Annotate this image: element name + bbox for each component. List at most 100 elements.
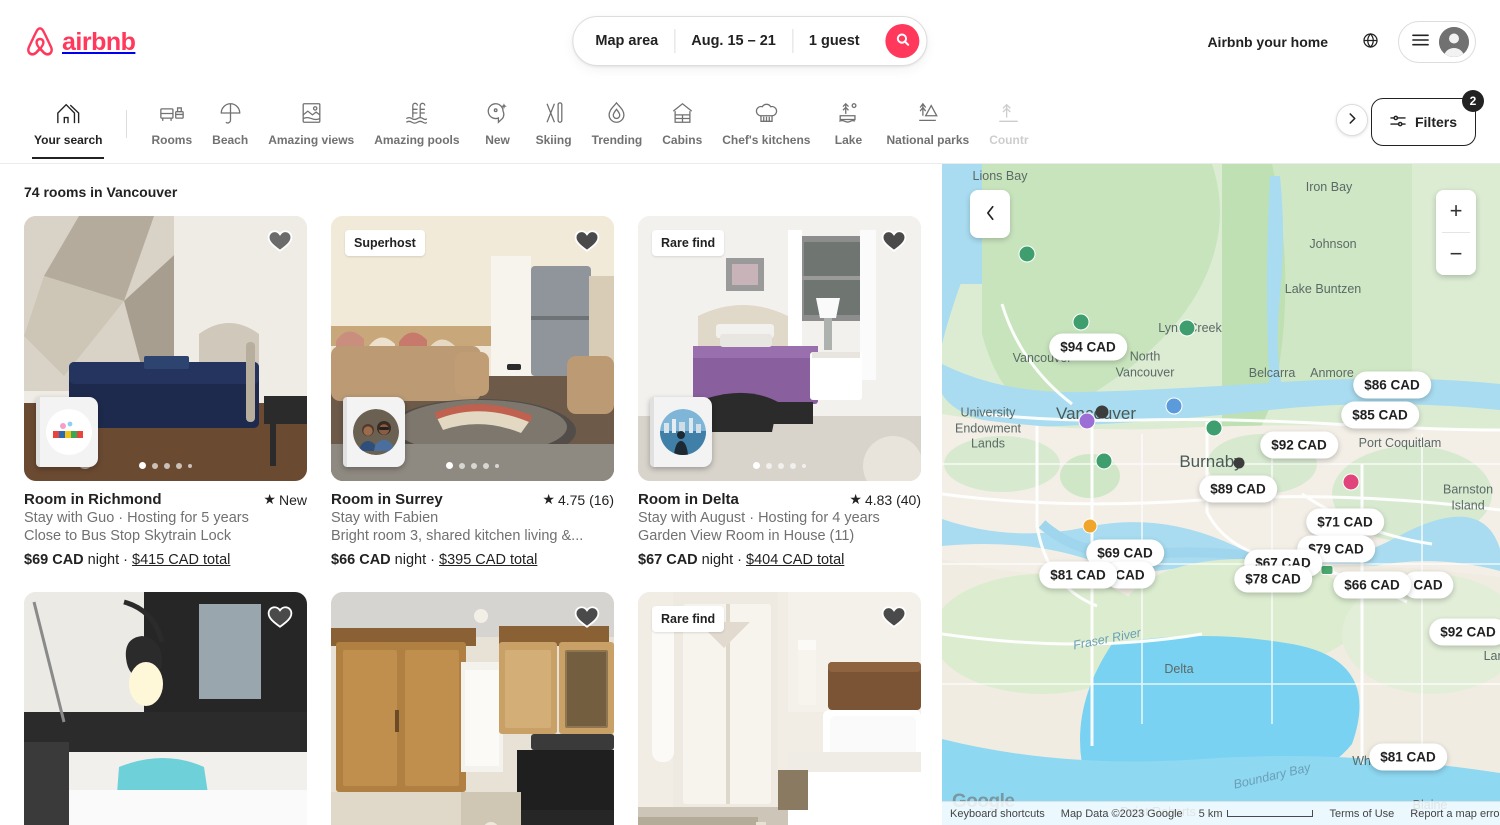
map-zoom-controls[interactable]: + −: [1436, 190, 1476, 275]
map-price-pin[interactable]: $94 CAD: [1049, 333, 1127, 361]
search-bar[interactable]: Map area Aug. 15 – 21 1 guest: [572, 16, 928, 66]
category-lake[interactable]: Lake: [820, 96, 876, 147]
map-price-pin[interactable]: $71 CAD: [1306, 508, 1384, 536]
listing-photo[interactable]: [24, 592, 307, 825]
filters-button[interactable]: Filters 2: [1370, 90, 1484, 146]
listing-card[interactable]: [24, 592, 307, 825]
category-your-search[interactable]: Your search: [24, 96, 112, 159]
map-poi-small-park-icon[interactable]: [1320, 565, 1334, 575]
search-dates-field[interactable]: Aug. 15 – 21: [675, 17, 792, 65]
map-poi-transit-icon[interactable]: [1165, 397, 1183, 415]
carousel-dot[interactable]: [164, 462, 170, 469]
carousel-dot[interactable]: [176, 462, 182, 469]
category-amazing-views[interactable]: Amazing views: [258, 96, 364, 147]
category-nav[interactable]: Your search Rooms Beach Amazing views Am…: [0, 84, 1500, 164]
report-map-error-link[interactable]: Report a map error: [1402, 808, 1500, 820]
listing-card[interactable]: Room in Richmond ★ New Stay with Guo · H…: [24, 216, 307, 568]
language-globe-button[interactable]: [1350, 22, 1390, 62]
category-trending[interactable]: Trending: [582, 96, 653, 147]
map-collapse-button[interactable]: [970, 190, 1010, 238]
map-price-pin[interactable]: $81 CAD: [1369, 743, 1447, 771]
carousel-dot[interactable]: [766, 462, 772, 469]
carousel-dot[interactable]: [459, 462, 465, 469]
photo-carousel-dots[interactable]: [638, 462, 921, 469]
category-cabins[interactable]: Cabins: [652, 96, 712, 147]
map-price-pin[interactable]: $92 CAD: [1429, 618, 1500, 646]
heart-icon: [881, 606, 907, 628]
category-national-parks[interactable]: National parks: [876, 96, 979, 147]
favorite-heart-button[interactable]: [267, 228, 293, 254]
map-poi-park-icon[interactable]: [1072, 313, 1090, 331]
listing-card[interactable]: Rare find: [638, 216, 921, 568]
terms-of-use-link[interactable]: Terms of Use: [1321, 808, 1402, 820]
listing-photo[interactable]: Superhost: [331, 216, 614, 481]
map-poi-selected-icon[interactable]: [1082, 518, 1098, 534]
category-label: Rooms: [151, 133, 193, 147]
category-beach[interactable]: Beach: [202, 96, 258, 147]
category-skiing[interactable]: Skiing: [526, 96, 582, 147]
listing-card[interactable]: [331, 592, 614, 825]
map-poi-park-icon[interactable]: [1095, 452, 1113, 470]
carousel-dot[interactable]: [188, 463, 192, 468]
map-price-pin[interactable]: $89 CAD: [1199, 475, 1277, 503]
carousel-dot[interactable]: [471, 462, 477, 469]
photo-carousel-dots[interactable]: [331, 462, 614, 469]
favorite-heart-button[interactable]: [881, 228, 907, 254]
map-poi-park-icon[interactable]: [1178, 319, 1196, 337]
listing-card[interactable]: Rare find: [638, 592, 921, 825]
price-total-link[interactable]: $404 CAD total: [746, 552, 844, 568]
category-label: National parks: [886, 133, 970, 147]
listing-title: Room in Richmond: [24, 491, 162, 508]
search-guests-field[interactable]: 1 guest: [793, 17, 876, 65]
listing-host-line: Stay with August · Hosting for 4 years: [638, 510, 880, 526]
map-panel[interactable]: + − Lions Bay Iron Bay Johnson Lake Bunt…: [942, 164, 1500, 825]
carousel-dot[interactable]: [446, 462, 453, 469]
map-price-pin[interactable]: $86 CAD: [1353, 371, 1431, 399]
map-poi-restaurant-icon[interactable]: [1018, 245, 1036, 263]
map-zoom-out-button[interactable]: −: [1436, 233, 1476, 275]
price-night-suffix: night: [701, 552, 734, 568]
category-rooms[interactable]: Rooms: [141, 96, 202, 147]
price-total-link[interactable]: $395 CAD total: [439, 552, 537, 568]
listing-photo[interactable]: [24, 216, 307, 481]
carousel-dot[interactable]: [778, 462, 784, 469]
favorite-heart-button[interactable]: [881, 604, 907, 630]
favorite-heart-button[interactable]: [574, 604, 600, 630]
search-submit-button[interactable]: [885, 24, 920, 58]
airbnb-your-home-link[interactable]: Airbnb your home: [1193, 22, 1342, 62]
map-price-pin[interactable]: $81 CAD: [1039, 561, 1117, 589]
carousel-dot[interactable]: [495, 463, 499, 468]
category-amazing-pools[interactable]: Amazing pools: [364, 96, 469, 147]
carousel-dot[interactable]: [753, 462, 760, 469]
favorite-heart-button[interactable]: [267, 604, 293, 630]
airbnb-logo-link[interactable]: airbnb: [24, 25, 136, 59]
listing-header-row: Room in Richmond ★ New: [24, 491, 307, 508]
carousel-dot[interactable]: [152, 462, 158, 469]
photo-carousel-dots[interactable]: [24, 462, 307, 469]
map-poi-attraction-icon[interactable]: [1078, 412, 1096, 430]
map-poi-park-icon[interactable]: [1205, 419, 1223, 437]
listing-card[interactable]: Superhost Room in Surrey ★ 4.75 (16) Sta…: [331, 216, 614, 568]
search-location-field[interactable]: Map area: [573, 17, 674, 65]
carousel-dot[interactable]: [790, 462, 796, 469]
map-price-pin[interactable]: $85 CAD: [1341, 401, 1419, 429]
category-chefs-kitchens[interactable]: Chef's kitchens: [712, 96, 820, 147]
keyboard-shortcuts-link[interactable]: Keyboard shortcuts: [942, 808, 1053, 820]
listing-photo[interactable]: [331, 592, 614, 825]
map-zoom-in-button[interactable]: +: [1436, 190, 1476, 232]
profile-menu-button[interactable]: [1398, 21, 1476, 63]
map-price-pin[interactable]: $66 CAD: [1333, 571, 1411, 599]
price-total-link[interactable]: $415 CAD total: [132, 552, 230, 568]
category-next-button[interactable]: [1336, 104, 1368, 136]
carousel-dot[interactable]: [483, 462, 489, 469]
category-new[interactable]: New: [470, 96, 526, 147]
carousel-dot[interactable]: [139, 462, 146, 469]
map-price-pin[interactable]: $92 CAD: [1260, 431, 1338, 459]
listing-photo[interactable]: Rare find: [638, 592, 921, 825]
map-poi-shopping-icon[interactable]: [1342, 473, 1360, 491]
category-countryside[interactable]: Countr: [979, 96, 1038, 147]
listing-photo[interactable]: Rare find: [638, 216, 921, 481]
map-price-pin[interactable]: $78 CAD: [1234, 565, 1312, 593]
favorite-heart-button[interactable]: [574, 228, 600, 254]
carousel-dot[interactable]: [802, 463, 806, 468]
